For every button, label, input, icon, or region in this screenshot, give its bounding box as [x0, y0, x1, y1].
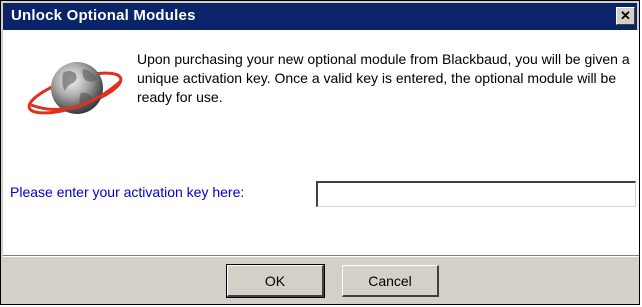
activation-key-label: Please enter your activation key here:	[10, 184, 245, 200]
globe-icon	[27, 62, 123, 115]
separator	[3, 255, 639, 257]
activation-key-input[interactable]	[316, 181, 636, 207]
close-icon: ✕	[620, 8, 631, 23]
close-button[interactable]: ✕	[616, 7, 635, 25]
cancel-button[interactable]: Cancel	[342, 265, 439, 297]
dialog-content: Upon purchasing your new optional module…	[3, 30, 639, 255]
ok-button[interactable]: OK	[226, 264, 325, 298]
title-bar: Unlock Optional Modules ✕	[3, 3, 637, 30]
unlock-modules-dialog: Unlock Optional Modules ✕ Upon purchasin…	[0, 0, 640, 305]
info-message: Upon purchasing your new optional module…	[137, 51, 630, 105]
window-title: Unlock Optional Modules	[11, 7, 196, 24]
